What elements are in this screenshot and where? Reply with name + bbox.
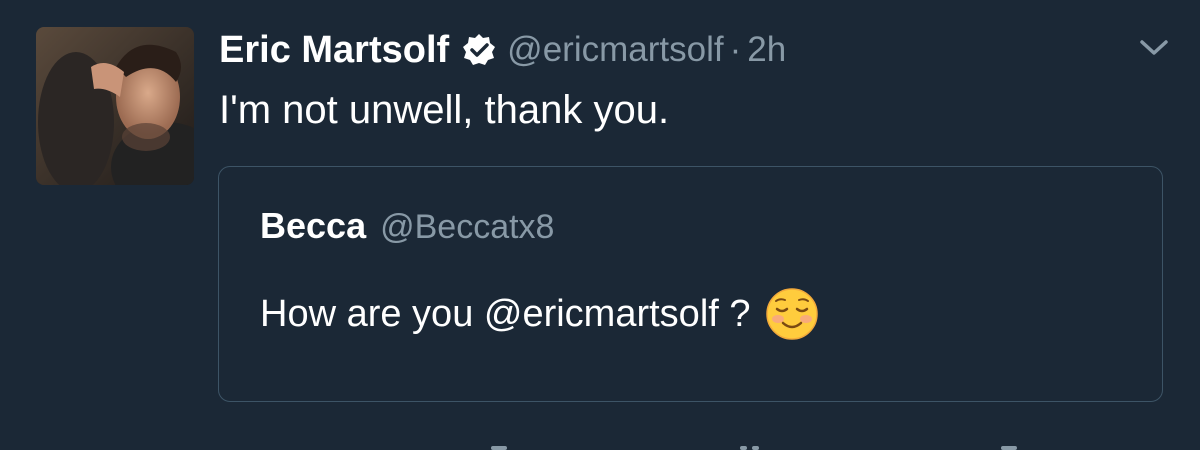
avatar-photo [36,27,194,185]
retweet-icon[interactable] [740,438,762,450]
chevron-down-icon[interactable] [1138,36,1170,60]
author-name[interactable]: Eric Martsolf [219,29,449,72]
timestamp[interactable]: 2h [747,30,786,70]
quoted-author-handle: @Beccatx8 [380,208,555,246]
author-handle[interactable]: @ericmartsolf [507,30,723,70]
tweet-card[interactable]: Eric Martsolf @ericmartsolf · 2h I'm not… [0,0,1200,450]
quoted-tweet-text-row: How are you @ericmartsolf ? [260,287,819,341]
tweet-actions-bar [0,438,1200,450]
share-icon[interactable] [998,438,1020,450]
quoted-tweet-header: Becca @Beccatx8 [260,205,554,247]
quoted-author-name: Becca [260,205,367,246]
avatar[interactable] [36,27,194,185]
reply-icon[interactable] [488,438,510,450]
tweet-text: I'm not unwell, thank you. [219,88,670,132]
verified-badge-icon [461,32,497,68]
quoted-tweet[interactable]: Becca @Beccatx8 How are you @ericmartsol… [218,166,1163,402]
tweet-header: Eric Martsolf @ericmartsolf · 2h [219,26,786,74]
quoted-tweet-text: How are you @ericmartsolf ? [260,292,751,335]
header-separator: · [729,30,742,69]
smiling-face-emoji-icon [765,287,819,341]
